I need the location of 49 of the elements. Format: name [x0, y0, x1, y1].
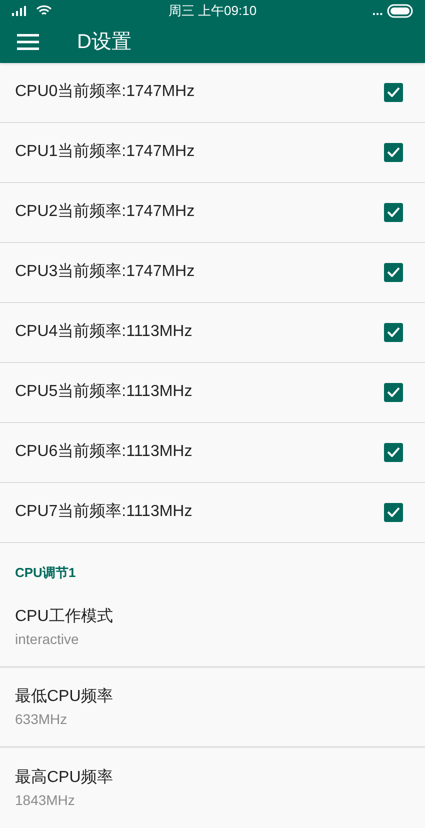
section-header: CPU调节1: [14, 564, 77, 582]
checkbox[interactable]: [384, 322, 403, 342]
preference-row[interactable]: 最高CPU频率 1843MHz: [0, 748, 425, 828]
status-time: 周三 上午09:10: [168, 2, 257, 20]
menu-icon: [17, 34, 39, 50]
preference-title: 最高CPU频率: [15, 768, 113, 788]
cpu-frequency-row[interactable]: CPU1当前频率:1747MHz: [0, 122, 425, 182]
cpu-frequency-row[interactable]: CPU4当前频率:1113MHz: [0, 302, 425, 362]
preference-summary: 633MHz: [15, 710, 68, 728]
cpu-frequency-label: CPU0当前频率:1747MHz: [15, 82, 195, 102]
checkmark-icon: [387, 447, 400, 457]
cpu-frequency-row[interactable]: CPU2当前频率:1747MHz: [0, 182, 425, 242]
checkbox[interactable]: [384, 202, 403, 222]
preference-title: 最低CPU频率: [15, 686, 113, 706]
cpu-frequency-label: CPU2当前频率:1747MHz: [15, 202, 195, 222]
cpu-frequency-label: CPU1当前频率:1747MHz: [15, 142, 195, 162]
checkmark-icon: [387, 387, 400, 397]
cpu-frequency-row[interactable]: CPU7当前频率:1113MHz: [0, 482, 425, 542]
wifi-icon: [36, 4, 52, 17]
cpu-frequency-row[interactable]: CPU6当前频率:1113MHz: [0, 422, 425, 482]
checkbox[interactable]: [384, 502, 403, 522]
cpu-frequency-label: CPU4当前频率:1113MHz: [15, 322, 192, 342]
checkmark-icon: [387, 147, 400, 157]
preference-summary: 1843MHz: [15, 790, 75, 810]
cpu-frequency-label: CPU3当前频率:1747MHz: [15, 262, 195, 282]
toolbar-title: D设置: [77, 30, 132, 56]
checkbox[interactable]: [384, 382, 403, 402]
cpu-frequency-label: CPU6当前频率:1113MHz: [15, 442, 192, 462]
checkmark-icon: [387, 507, 400, 517]
battery-icon: [387, 4, 413, 18]
cpu-frequency-label: CPU5当前频率:1113MHz: [15, 382, 192, 402]
cpu-frequency-row[interactable]: CPU5当前频率:1113MHz: [0, 362, 425, 422]
more-indicator: ...: [372, 4, 383, 18]
checkmark-icon: [387, 267, 400, 277]
checkbox[interactable]: [384, 262, 403, 282]
preference-title: CPU工作模式: [15, 606, 113, 626]
cpu-frequency-label: CPU7当前频率:1113MHz: [15, 502, 192, 522]
checkmark-icon: [387, 327, 400, 337]
signal-icon: [12, 6, 28, 16]
checkbox[interactable]: [384, 82, 403, 102]
cpu-frequency-row[interactable]: CPU0当前频率:1747MHz: [0, 62, 425, 122]
preference-summary: interactive: [15, 630, 79, 648]
preference-row[interactable]: CPU工作模式 interactive: [0, 588, 425, 668]
checkmark-icon: [387, 87, 400, 97]
preference-row[interactable]: 最低CPU频率 633MHz: [0, 668, 425, 748]
cpu-frequency-row[interactable]: CPU3当前频率:1747MHz: [0, 242, 425, 302]
checkbox[interactable]: [384, 442, 403, 462]
checkbox[interactable]: [384, 142, 403, 162]
checkmark-icon: [387, 207, 400, 217]
